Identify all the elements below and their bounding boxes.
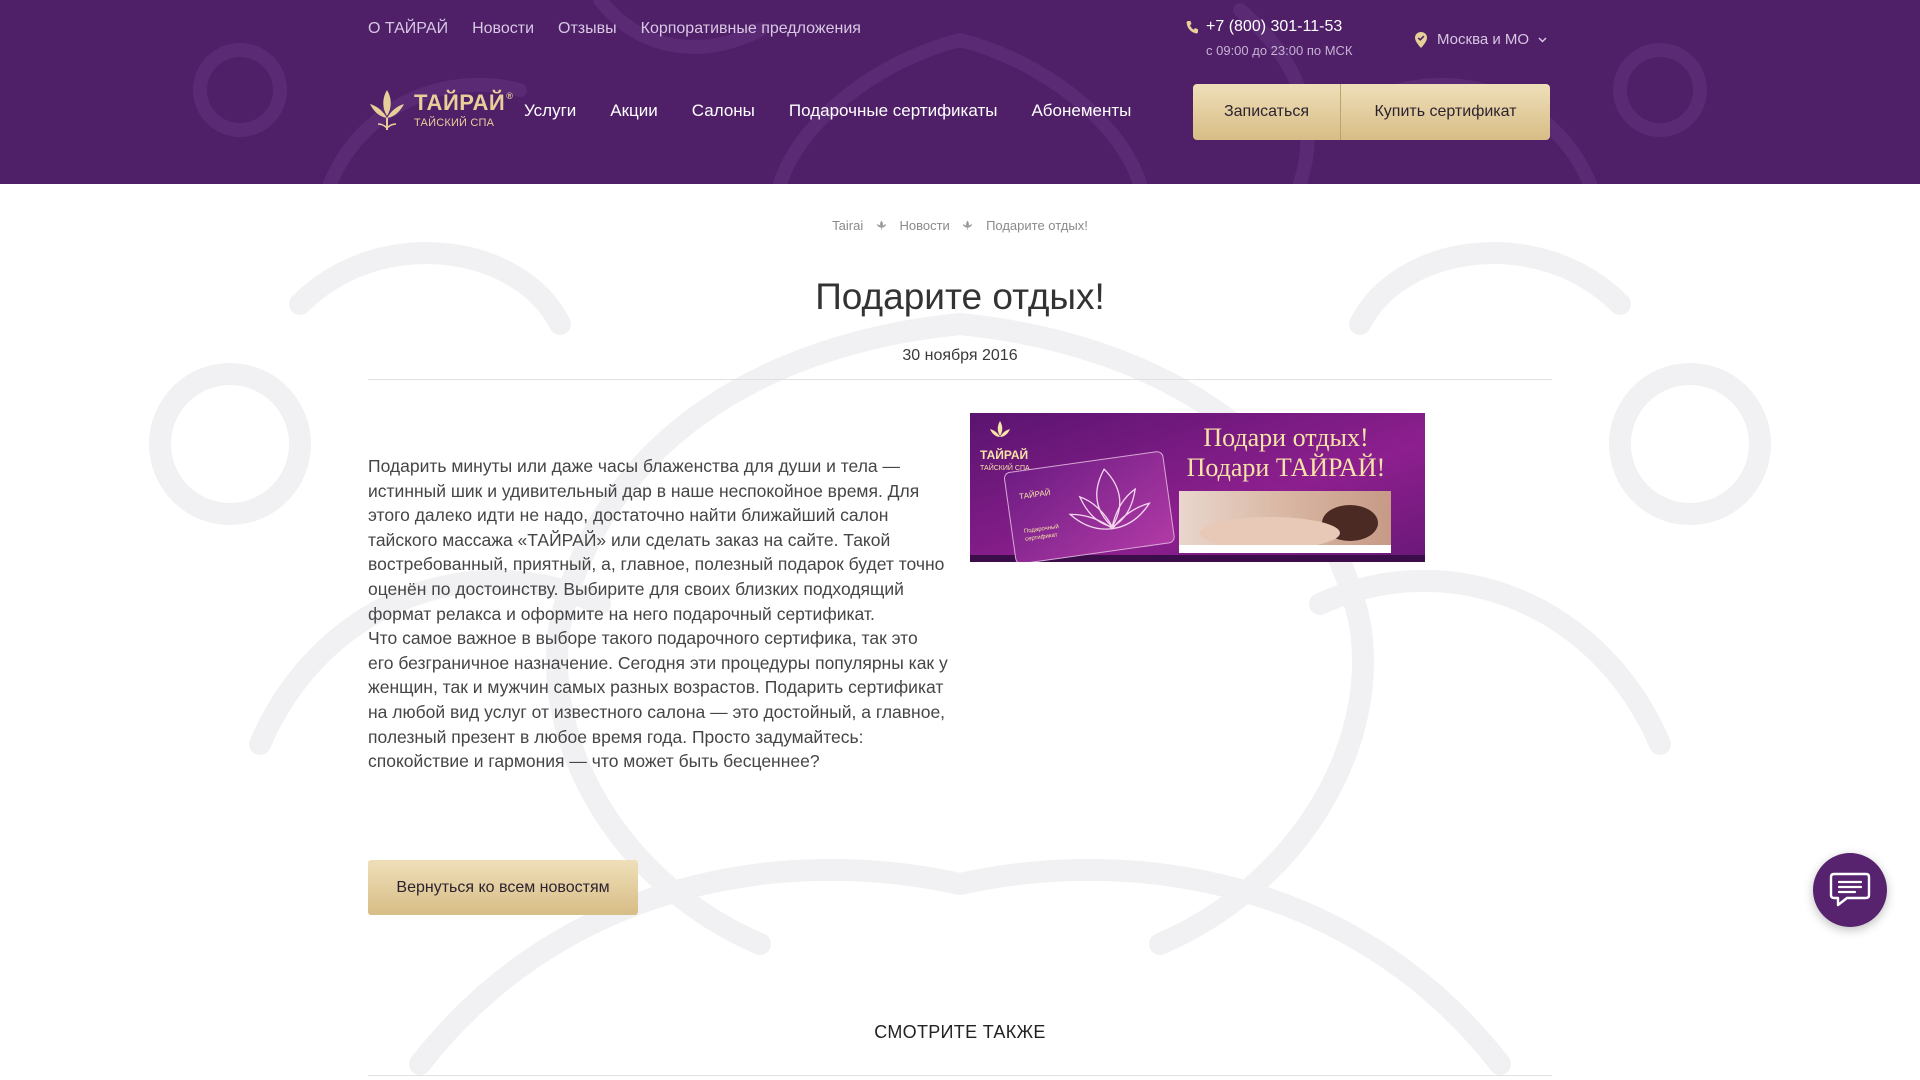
header-ornament xyxy=(193,0,1707,184)
logo-subtitle: ТАЙСКИЙ СПА xyxy=(414,116,495,129)
background-ornament xyxy=(149,242,1771,1075)
lotus-logo-icon xyxy=(370,90,404,130)
main-navigation: Услуги Акции Салоны Подарочные сертифика… xyxy=(524,101,1131,121)
article-paragraph: Что самое важное в выборе такого подароч… xyxy=(368,628,948,772)
nav-promotions[interactable]: Акции xyxy=(610,101,658,121)
nav-services[interactable]: Услуги xyxy=(524,101,576,121)
back-to-news-button[interactable]: Вернуться ко всем новостям xyxy=(368,860,638,915)
breadcrumb-current: Подарите отдых! xyxy=(986,218,1088,234)
top-navigation: О ТАЙРАЙ Новости Отзывы Корпоративные пр… xyxy=(368,20,861,38)
page-title: Подарите отдых! xyxy=(815,276,1105,317)
breadcrumb-news[interactable]: Новости xyxy=(899,218,949,233)
chevron-down-icon xyxy=(1538,36,1547,43)
city-selector[interactable]: Москва и МО xyxy=(1414,31,1547,48)
chat-bubble-icon xyxy=(1829,872,1871,907)
working-hours: с 09:00 до 23:00 по МСК xyxy=(1206,43,1353,58)
article-date: 30 ноября 2016 xyxy=(902,347,1018,364)
banner-caption-line2: Подари ТАЙРАЙ! xyxy=(1186,453,1386,482)
location-pin-icon xyxy=(1415,31,1427,48)
banner-caption-line1: Подари отдых! xyxy=(1203,423,1369,452)
topnav-corporate[interactable]: Корпоративные предложения xyxy=(641,20,861,38)
nav-subscriptions[interactable]: Абонементы xyxy=(1031,101,1131,121)
city-label: Москва и МО xyxy=(1437,31,1530,48)
article-paragraph: Подарить минуты или даже часы блаженства… xyxy=(368,456,945,624)
see-also-divider xyxy=(368,1075,1552,1076)
topnav-reviews[interactable]: Отзывы xyxy=(558,20,617,38)
nav-salons[interactable]: Салоны xyxy=(692,101,755,121)
title-divider xyxy=(368,379,1552,380)
phone-number[interactable]: +7 (800) 301-11-53 xyxy=(1206,18,1342,36)
book-button[interactable]: Записаться xyxy=(1193,84,1341,140)
chat-button[interactable] xyxy=(1813,853,1887,927)
buy-certificate-button[interactable]: Купить сертификат xyxy=(1341,84,1550,140)
nav-gift-certificates[interactable]: Подарочные сертификаты xyxy=(789,101,998,121)
banner-logo-title: ТАЙРАЙ xyxy=(980,447,1028,462)
banner-logo-subtitle: ТАЙСКИЙ СПА xyxy=(980,463,1030,472)
article-body: Подарить минуты или даже часы блаженства… xyxy=(368,454,948,774)
see-also-heading: СМОТРИТЕ ТАКЖЕ xyxy=(874,1022,1046,1042)
site-logo[interactable]: ТАЙРАЙ® ТАЙСКИЙ СПА xyxy=(368,88,513,132)
topnav-about[interactable]: О ТАЙРАЙ xyxy=(368,20,448,38)
breadcrumb-home[interactable]: Tairai xyxy=(832,218,863,233)
logo-registered-mark: ® xyxy=(506,90,514,101)
topnav-news[interactable]: Новости xyxy=(472,20,534,38)
phone-icon xyxy=(1186,21,1198,34)
header-actions: Записаться Купить сертификат xyxy=(1193,84,1550,140)
article-banner-image: ТАЙРАЙ Подарочный сертификат ТАЙРАЙ ТАЙС… xyxy=(970,413,1425,565)
site-header: О ТАЙРАЙ Новости Отзывы Корпоративные пр… xyxy=(0,0,1920,184)
breadcrumb: Tairai Новости Подарите отдых! xyxy=(0,217,1920,233)
contact-block: +7 (800) 301-11-53 с 09:00 до 23:00 по М… xyxy=(1186,18,1353,58)
leaf-separator-icon xyxy=(876,218,887,233)
logo-title: ТАЙРАЙ xyxy=(414,89,506,115)
leaf-separator-icon xyxy=(962,218,974,233)
